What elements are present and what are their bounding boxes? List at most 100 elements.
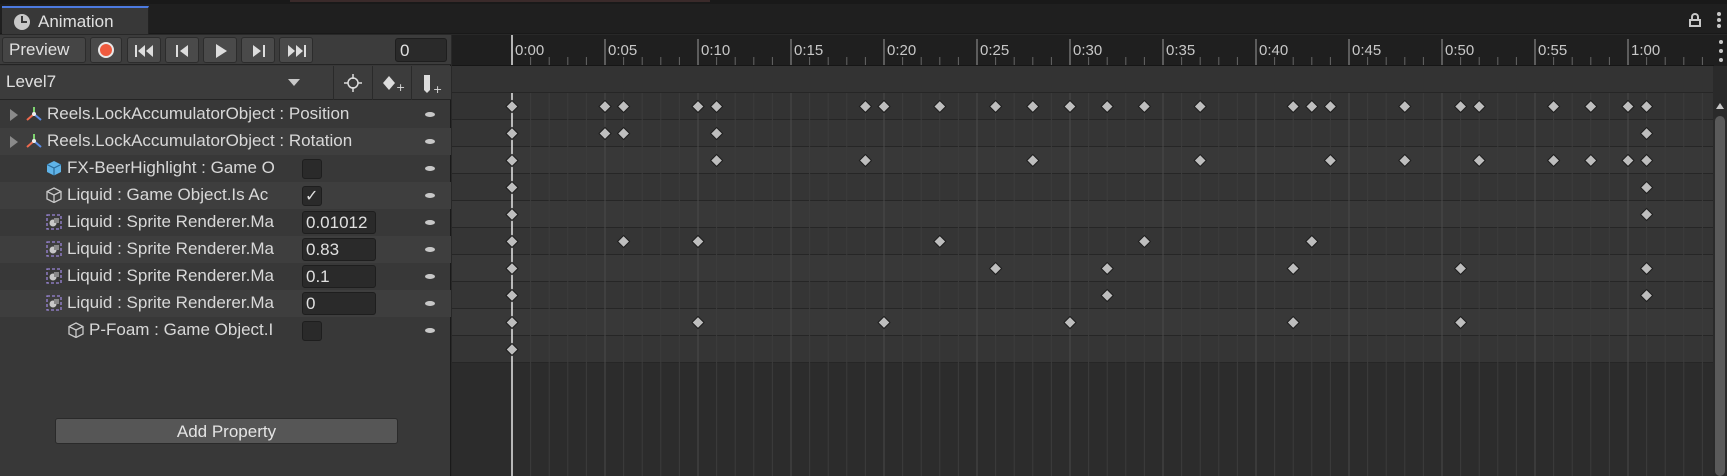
tick-label: 0:50	[1445, 42, 1474, 59]
play-icon	[216, 44, 227, 58]
property-name: P-Foam : Game Object.I	[89, 320, 274, 339]
summary-track	[452, 93, 1714, 120]
svg-text:+: +	[433, 83, 442, 94]
property-value-input[interactable]: 0	[302, 292, 376, 315]
foldout-arrow-icon[interactable]	[10, 109, 18, 121]
playback-toolbar: Preview 0	[0, 35, 451, 65]
frame-input[interactable]: 0	[395, 38, 447, 62]
first-keyframe-button[interactable]	[127, 37, 161, 63]
keyframe-dot-icon[interactable]	[425, 112, 435, 117]
property-row[interactable]: P-Foam : Game Object.I	[0, 317, 451, 344]
property-name: Liquid : Sprite Renderer.Ma	[67, 239, 274, 258]
property-name: Reels.LockAccumulatorObject : Rotation	[47, 131, 353, 150]
tick-label: 0:00	[515, 42, 544, 59]
kebab-menu-icon[interactable]	[1717, 12, 1723, 28]
gameobject-blue-icon	[46, 160, 62, 176]
property-name: Liquid : Game Object.Is Ac	[67, 185, 269, 204]
scrollbar-thumb[interactable]	[1715, 116, 1725, 476]
property-track	[452, 147, 1714, 174]
tick-label: 0:20	[887, 42, 916, 59]
clock-icon	[14, 14, 30, 30]
preview-button[interactable]: Preview	[2, 37, 86, 63]
next-keyframe-button[interactable]	[241, 37, 275, 63]
play-button[interactable]	[203, 37, 237, 63]
transform-icon	[26, 106, 42, 122]
chevron-down-icon	[288, 79, 300, 86]
keyframe-dot-icon[interactable]	[425, 247, 435, 252]
kebab-menu-icon[interactable]	[1714, 35, 1727, 66]
gameobject-icon	[46, 187, 62, 204]
sprite-renderer-icon	[46, 214, 62, 230]
property-checkbox[interactable]	[302, 159, 322, 179]
clip-toolbar: Level7 + +	[0, 66, 451, 100]
property-name: Liquid : Sprite Renderer.Ma	[67, 212, 274, 231]
tab-animation[interactable]: Animation	[2, 6, 149, 34]
property-track	[452, 255, 1714, 282]
tab-title: Animation	[38, 12, 114, 31]
property-row[interactable]: Liquid : Sprite Renderer.Ma 0.01012	[0, 209, 451, 236]
clip-dropdown[interactable]: Level7	[2, 68, 308, 96]
property-checkbox[interactable]	[302, 321, 322, 341]
time-ruler[interactable]: 0:00 0:05 0:10 0:15 0:20 0:25 0:30 0:35 0:40 0:45…	[452, 35, 1714, 66]
keyframe-dot-icon[interactable]	[425, 166, 435, 171]
property-name: Liquid : Sprite Renderer.Ma	[67, 266, 274, 285]
property-track	[452, 282, 1714, 309]
add-keyframe-icon: +	[383, 76, 405, 92]
property-row[interactable]: Liquid : Sprite Renderer.Ma 0	[0, 290, 451, 317]
last-keyframe-button[interactable]	[279, 37, 313, 63]
property-track	[452, 309, 1714, 336]
keyframe-dot-icon[interactable]	[425, 301, 435, 306]
keyframe-grid	[452, 93, 1714, 476]
keyframe-dot-icon[interactable]	[425, 220, 435, 225]
property-row[interactable]: FX-BeerHighlight : Game O	[0, 155, 451, 182]
property-row[interactable]: Liquid : Sprite Renderer.Ma 0.83	[0, 236, 451, 263]
add-property-button[interactable]: Add Property	[55, 418, 398, 444]
lock-icon[interactable]	[1689, 13, 1701, 27]
time-ruler-ticks: 0:00 0:05 0:10 0:15 0:20 0:25 0:30 0:35 0:40 0:45…	[511, 35, 1703, 65]
dopesheet[interactable]: 0:00 0:05 0:10 0:15 0:20 0:25 0:30 0:35 0:40 0:45…	[452, 35, 1727, 476]
property-value-input[interactable]: 0.1	[302, 265, 376, 288]
keyframe-dot-icon[interactable]	[425, 193, 435, 198]
add-keyframe-button[interactable]: +	[372, 66, 410, 100]
keyframe-dot-icon[interactable]	[425, 139, 435, 144]
skip-to-end-icon	[288, 45, 306, 57]
event-track[interactable]	[452, 66, 1714, 93]
step-back-icon	[176, 45, 188, 57]
filter-by-selection-button[interactable]	[333, 66, 371, 100]
tick-label: 0:55	[1538, 42, 1567, 59]
sprite-renderer-icon	[46, 241, 62, 257]
crosshair-icon	[344, 74, 362, 92]
property-value-input[interactable]: 0.83	[302, 238, 376, 261]
skip-to-start-icon	[135, 45, 153, 57]
property-track	[452, 228, 1714, 255]
property-name: Liquid : Sprite Renderer.Ma	[67, 293, 274, 312]
transform-icon	[26, 133, 42, 149]
keyframe-dot-icon[interactable]	[425, 328, 435, 333]
tick-label: 0:45	[1352, 42, 1381, 59]
svg-text:+: +	[396, 81, 405, 92]
property-checkbox[interactable]: ✓	[302, 186, 322, 206]
keyframe-dot-icon[interactable]	[425, 274, 435, 279]
keyframe-area[interactable]	[452, 93, 1714, 476]
tick-label: 0:30	[1073, 42, 1102, 59]
gameobject-icon	[68, 322, 84, 339]
foldout-arrow-icon[interactable]	[10, 136, 18, 148]
property-track	[452, 201, 1714, 228]
vertical-scrollbar[interactable]	[1713, 66, 1727, 476]
property-value-input[interactable]: 0.01012	[302, 211, 376, 234]
record-icon	[98, 42, 114, 58]
property-row[interactable]: Liquid : Game Object.Is Ac ✓	[0, 182, 451, 209]
property-row[interactable]: Reels.LockAccumulatorObject : Position	[0, 101, 451, 128]
tick-label: 0:25	[980, 42, 1009, 59]
property-name: Reels.LockAccumulatorObject : Position	[47, 104, 350, 123]
tick-label: 0:10	[701, 42, 730, 59]
tick-label: 0:15	[794, 42, 823, 59]
tick-label: 0:05	[608, 42, 637, 59]
add-event-button[interactable]: +	[411, 66, 451, 100]
property-row[interactable]: Reels.LockAccumulatorObject : Rotation	[0, 128, 451, 155]
scroll-up-arrow-icon[interactable]	[1716, 103, 1724, 109]
previous-keyframe-button[interactable]	[165, 37, 199, 63]
property-row[interactable]: Liquid : Sprite Renderer.Ma 0.1	[0, 263, 451, 290]
sprite-renderer-icon	[46, 268, 62, 284]
record-button[interactable]	[90, 37, 122, 63]
